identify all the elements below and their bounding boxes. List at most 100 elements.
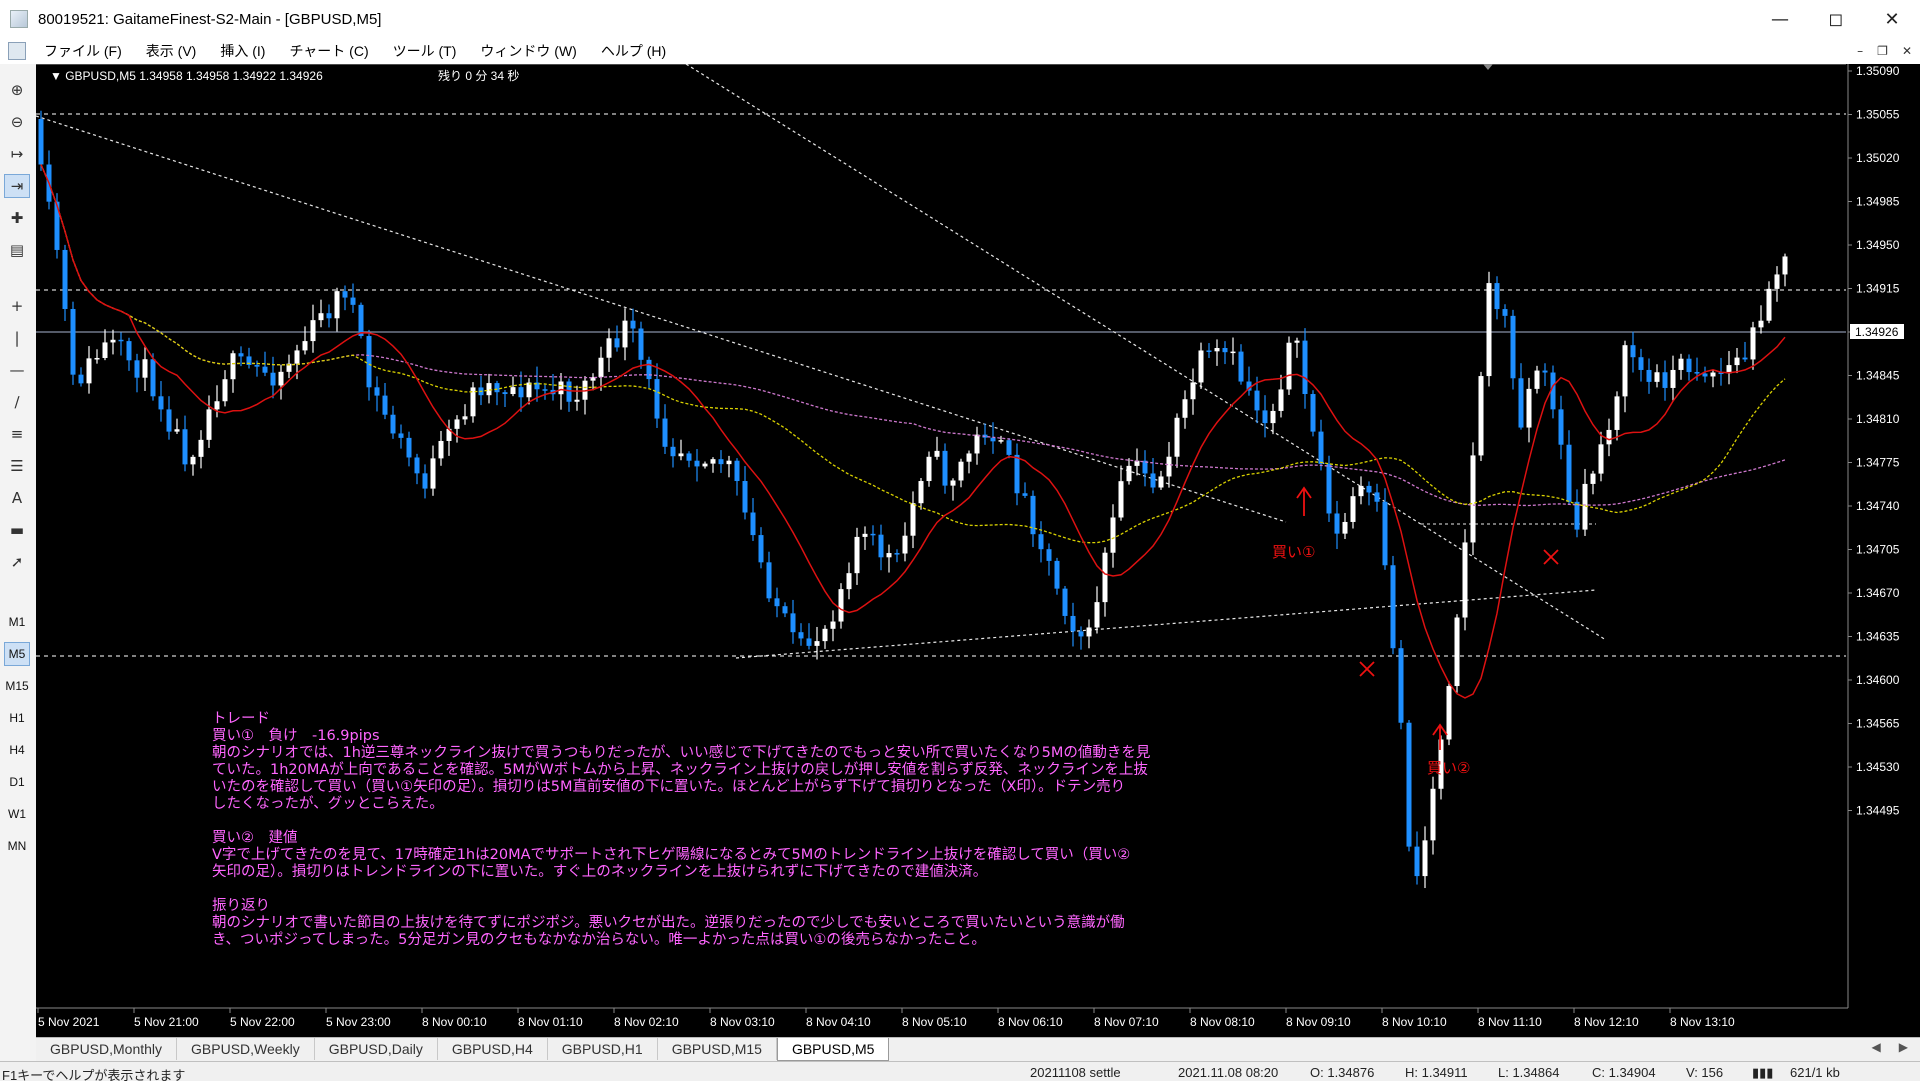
buy1-label: 買い① [1272,543,1315,561]
tab-scroll-right-icon[interactable]: ▶ [1899,1040,1908,1054]
candle-body [1702,373,1708,377]
zoom-in-icon[interactable]: ⊕ [4,78,30,102]
candle-body [750,512,756,536]
candle-body [558,381,564,395]
mdi-restore-button[interactable]: ❐ [1877,44,1888,58]
close-button[interactable]: ✕ [1864,0,1920,38]
candle-body [1278,389,1284,411]
candle-body [1678,358,1684,370]
status-open: O: 1.34876 [1310,1065,1375,1080]
tab-scroll-left-icon[interactable]: ◀ [1872,1040,1881,1054]
tab-gbpusd-m15[interactable]: GBPUSD,M15 [658,1038,777,1060]
candle-body [1734,357,1740,366]
menu-help[interactable]: ヘルプ (H) [589,41,678,61]
menu-tools[interactable]: ツール (T) [381,41,469,61]
text-label-icon[interactable]: ▬ [4,518,30,542]
timeframe-w1[interactable]: W1 [4,802,30,826]
tab-gbpusd-h4[interactable]: GBPUSD,H4 [438,1038,548,1060]
tab-gbpusd-m5[interactable]: GBPUSD,M5 [776,1038,890,1061]
trendline-1[interactable] [36,115,1287,523]
candle-body [630,320,636,329]
menu-chart[interactable]: チャート (C) [277,41,380,61]
chart-shift-icon[interactable]: ↦ [4,142,30,166]
fibonacci-icon[interactable]: ☰ [4,454,30,478]
buy1-arrow[interactable] [1296,486,1312,516]
horizontal-line-icon[interactable]: — [4,358,30,382]
time-axis-label: 8 Nov 04:10 [806,1015,871,1029]
zoom-out-icon[interactable]: ⊖ [4,110,30,134]
candle-body [1022,493,1028,496]
time-axis[interactable]: 5 Nov 2021 5 Nov 21:00 5 Nov 22:00 5 Nov 23… [37,1008,1735,1029]
candle-body [1230,351,1236,354]
tab-gbpusd-daily[interactable]: GBPUSD,Daily [315,1038,438,1060]
candle-body [1078,631,1084,637]
notes-line: 買い② 建値 [212,830,298,846]
candle-body [742,481,748,513]
time-axis-label: 8 Nov 07:10 [1094,1015,1159,1029]
candle-body [1646,369,1652,382]
timeframe-h1[interactable]: H1 [4,706,30,730]
tab-gbpusd-h1[interactable]: GBPUSD,H1 [548,1038,658,1060]
candle-body [1534,370,1540,389]
timeframe-m5[interactable]: M5 [4,642,30,666]
candle-body [638,328,644,360]
mdi-minimize-button[interactable]: – [1857,44,1863,58]
candle-body [1654,372,1660,382]
tab-gbpusd-monthly[interactable]: GBPUSD,Monthly [36,1038,178,1060]
autoscroll-icon[interactable]: ⇥ [4,174,30,198]
templates-icon[interactable]: ▤ [4,238,30,262]
timeframe-mn[interactable]: MN [4,834,30,858]
candle-body [1222,348,1228,353]
candle-body [966,453,972,462]
candle-body [294,350,300,364]
timeframe-h4[interactable]: H4 [4,738,30,762]
indicators-icon[interactable]: ✚ [4,206,30,230]
bar-remaining-time: 残り 0 分 34 秒 [438,69,520,83]
candle-body [1710,372,1716,377]
timeframe-m1[interactable]: M1 [4,610,30,634]
price-axis-label: 1.34740 [1856,499,1900,513]
chart-shift-marker[interactable] [1483,64,1493,70]
time-axis-label: 8 Nov 02:10 [614,1015,679,1029]
candle-body [1334,513,1340,534]
crosshair-icon[interactable]: + [4,294,30,318]
candle-body [1062,588,1068,616]
tab-gbpusd-weekly[interactable]: GBPUSD,Weekly [177,1038,315,1060]
time-axis-label: 5 Nov 21:00 [134,1015,199,1029]
trade-notes: トレード 買い① 負け -16.9pips 朝のシナリオでは、1h逆三尊ネックラ… [212,711,1312,949]
candle-body [1510,315,1516,379]
candle-body [614,338,620,348]
minimize-button[interactable]: — [1752,0,1808,38]
timeframe-m15[interactable]: M15 [4,674,30,698]
menu-insert[interactable]: 挿入 (I) [208,41,277,61]
price-axis[interactable]: 1.35090 1.35055 1.35020 1.34985 1.34950 1.349… [1848,64,1900,818]
vertical-line-icon[interactable]: | [4,326,30,350]
menu-window[interactable]: ウィンドウ (W) [468,41,588,61]
text-icon[interactable]: A [4,486,30,510]
menu-file[interactable]: ファイル (F) [32,41,134,61]
arrows-icon[interactable]: ➚ [4,550,30,574]
trendline-icon[interactable]: ∕ [4,390,30,414]
chart-window-icon[interactable] [8,42,26,60]
candle-body [1366,485,1372,493]
candle-body [1206,350,1212,352]
price-axis-label: 1.35055 [1856,108,1900,122]
channel-icon[interactable]: ≡ [4,422,30,446]
price-axis-label: 1.34985 [1856,195,1900,209]
mdi-close-button[interactable]: ✕ [1902,44,1912,58]
notes-line: 朝のシナリオでは、1h逆三尊ネックライン抜けで買うつもりだったが、いい感じで下げ… [212,745,1151,761]
ma-slow-line [40,164,1786,507]
menu-view[interactable]: 表示 (V) [134,41,209,61]
timeframe-d1[interactable]: D1 [4,770,30,794]
maximize-button[interactable]: ◻ [1808,0,1864,38]
candle-body [1150,473,1156,488]
candle-body [1406,722,1412,847]
price-chart[interactable]: 買い① 買い② 1.35090 1.35055 1.35020 1.34985 1.34… [36,64,1920,1038]
candle-body [726,460,732,465]
candle-body [1774,274,1780,289]
price-axis-label: 1.34705 [1856,543,1900,557]
status-help: F1キーでヘルプが表示されます [2,1068,186,1081]
buy2-arrow[interactable] [1432,723,1448,750]
candle-body [118,339,124,342]
candle-body [1174,417,1180,457]
